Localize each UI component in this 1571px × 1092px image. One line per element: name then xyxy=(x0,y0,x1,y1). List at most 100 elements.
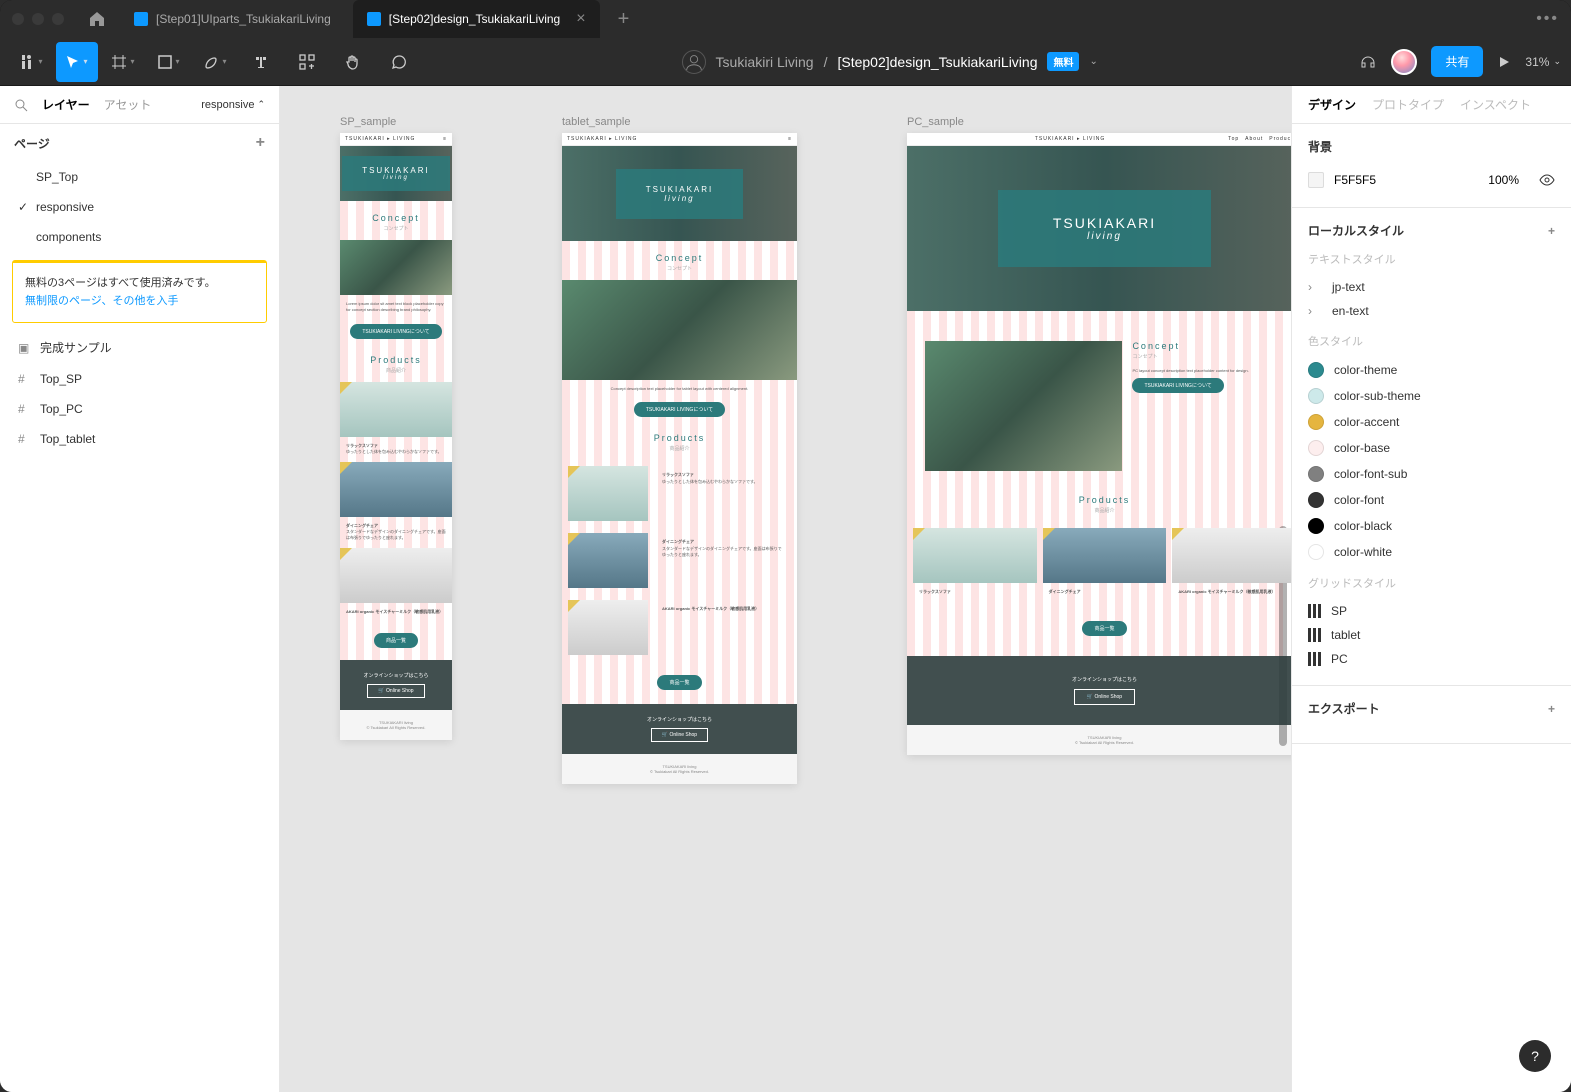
help-button[interactable]: ? xyxy=(1519,1040,1551,1072)
color-swatch xyxy=(1308,518,1324,534)
color-style-row[interactable]: color-black xyxy=(1308,513,1555,539)
close-tab-icon[interactable]: × xyxy=(576,10,585,28)
window-titlebar: [Step01]UIparts_TsukiakariLiving [Step02… xyxy=(0,0,1571,38)
main-toolbar: ▾ ▾ ▾ ▾ ▾ Tsukia xyxy=(0,38,1571,86)
home-tab[interactable] xyxy=(82,4,112,34)
frame-label-tablet[interactable]: tablet_sample xyxy=(562,116,797,128)
file-tab-2-active[interactable]: [Step02]design_TsukiakariLiving × xyxy=(353,0,600,38)
close-dot[interactable] xyxy=(12,13,24,25)
page-selector[interactable]: responsive ⌃ xyxy=(201,99,265,111)
shape-tool[interactable]: ▾ xyxy=(148,42,190,82)
move-tool[interactable]: ▾ xyxy=(56,42,98,82)
layers-panel: レイヤー アセット responsive ⌃ ページ + SP_Top ✓ re… xyxy=(0,86,280,1092)
grid-icon xyxy=(1308,628,1321,642)
breadcrumb-file[interactable]: [Step02]design_TsukiakariLiving xyxy=(837,54,1037,70)
text-style-row[interactable]: ›en-text xyxy=(1308,299,1555,323)
design-canvas[interactable]: SP_sample TSUKIAKARI ▸ LIVING≡ TSUKIAKAR… xyxy=(280,86,1291,1092)
new-tab-button[interactable]: + xyxy=(608,8,640,31)
color-name: color-white xyxy=(1334,545,1392,559)
team-avatar-icon[interactable] xyxy=(682,50,706,74)
assets-tab[interactable]: アセット xyxy=(104,96,152,113)
add-page-button[interactable]: + xyxy=(256,134,265,152)
layers-tab[interactable]: レイヤー xyxy=(42,96,90,113)
frame-tablet[interactable]: TSUKIAKARI ▸ LIVING≡ TSUKIAKARIliving Co… xyxy=(562,133,797,784)
tab-1-title: [Step01]UIparts_TsukiakariLiving xyxy=(156,12,331,26)
frame-sp[interactable]: TSUKIAKARI ▸ LIVING≡ TSUKIAKARIliving Co… xyxy=(340,133,452,740)
grid-style-row[interactable]: SP xyxy=(1308,599,1555,623)
chevron-down-icon[interactable]: ⌄ xyxy=(1089,56,1097,67)
component-icon: ▣ xyxy=(18,341,32,355)
frame-pc[interactable]: TSUKIAKARI ▸ LIVING TopAboutProducts TSU… xyxy=(907,133,1291,755)
tab-2-title: [Step02]design_TsukiakariLiving xyxy=(389,12,560,26)
layer-row[interactable]: #Top_SP xyxy=(0,364,279,394)
file-tab-1[interactable]: [Step01]UIparts_TsukiakariLiving xyxy=(120,0,345,38)
color-style-row[interactable]: color-white xyxy=(1308,539,1555,565)
main-menu-button[interactable]: ▾ xyxy=(10,42,52,82)
bg-hex-input[interactable] xyxy=(1334,173,1394,187)
grid-style-row[interactable]: PC xyxy=(1308,647,1555,671)
comment-tool[interactable] xyxy=(378,42,420,82)
text-style-row[interactable]: ›jp-text xyxy=(1308,275,1555,299)
color-name: color-sub-theme xyxy=(1334,389,1421,403)
color-style-row[interactable]: color-font-sub xyxy=(1308,461,1555,487)
share-button[interactable]: 共有 xyxy=(1431,46,1483,77)
page-item-components[interactable]: components xyxy=(0,222,279,252)
color-style-row[interactable]: color-theme xyxy=(1308,357,1555,383)
color-swatch xyxy=(1308,466,1324,482)
color-style-row[interactable]: color-font xyxy=(1308,487,1555,513)
pen-tool[interactable]: ▾ xyxy=(194,42,236,82)
add-style-button[interactable]: + xyxy=(1548,224,1555,238)
frame-icon: # xyxy=(18,372,32,386)
layer-row[interactable]: #Top_tablet xyxy=(0,424,279,454)
layer-row[interactable]: #Top_PC xyxy=(0,394,279,424)
add-export-button[interactable]: + xyxy=(1548,702,1555,716)
search-icon[interactable] xyxy=(14,98,28,112)
min-dot[interactable] xyxy=(32,13,44,25)
page-item-sp-top[interactable]: SP_Top xyxy=(0,162,279,192)
resources-tool[interactable] xyxy=(286,42,328,82)
prototype-tab[interactable]: プロトタイプ xyxy=(1372,96,1444,113)
color-swatch xyxy=(1308,414,1324,430)
zoom-value: 31% xyxy=(1525,55,1549,69)
chevron-right-icon: › xyxy=(1308,280,1322,294)
upgrade-banner: 無料の3ページはすべて使用済みです。 無制限のページ、その他を入手 xyxy=(12,260,267,323)
chevron-down-icon: ▾ xyxy=(130,57,134,66)
frame-label-pc[interactable]: PC_sample xyxy=(907,116,1291,128)
window-menu-icon[interactable]: ••• xyxy=(1536,10,1559,28)
color-style-row[interactable]: color-sub-theme xyxy=(1308,383,1555,409)
pages-heading: ページ xyxy=(14,135,50,152)
inspect-tab[interactable]: インスペクト xyxy=(1460,96,1531,113)
bg-opacity-input[interactable] xyxy=(1474,173,1519,187)
background-heading: 背景 xyxy=(1308,138,1332,155)
eye-icon[interactable] xyxy=(1539,172,1555,188)
page-item-responsive[interactable]: ✓ responsive xyxy=(0,192,279,222)
chevron-down-icon: ▾ xyxy=(38,57,42,66)
grid-icon xyxy=(1308,652,1321,666)
frame-icon: # xyxy=(18,432,32,446)
frame-label-sp[interactable]: SP_sample xyxy=(340,116,452,128)
figma-file-icon xyxy=(367,12,381,26)
color-style-row[interactable]: color-accent xyxy=(1308,409,1555,435)
color-swatch xyxy=(1308,440,1324,456)
breadcrumb-team[interactable]: Tsukiakiri Living xyxy=(716,54,814,70)
user-avatar[interactable] xyxy=(1391,49,1417,75)
frame-tool[interactable]: ▾ xyxy=(102,42,144,82)
local-styles-heading: ローカルスタイル xyxy=(1308,222,1404,239)
hand-tool[interactable] xyxy=(332,42,374,82)
color-style-row[interactable]: color-base xyxy=(1308,435,1555,461)
color-swatch xyxy=(1308,492,1324,508)
upgrade-link[interactable]: 無制限のページ、その他を入手 xyxy=(25,295,178,307)
color-styles-heading: 色スタイル xyxy=(1308,333,1555,349)
chevron-down-icon: ▾ xyxy=(222,57,226,66)
text-tool[interactable] xyxy=(240,42,282,82)
max-dot[interactable] xyxy=(52,13,64,25)
design-tab[interactable]: デザイン xyxy=(1308,96,1356,113)
zoom-control[interactable]: 31% ⌄ xyxy=(1525,55,1561,69)
play-icon[interactable] xyxy=(1497,55,1511,69)
headphones-icon[interactable] xyxy=(1359,53,1377,71)
layer-row[interactable]: ▣完成サンプル xyxy=(0,331,279,364)
bg-swatch[interactable] xyxy=(1308,172,1324,188)
figma-file-icon xyxy=(134,12,148,26)
grid-style-row[interactable]: tablet xyxy=(1308,623,1555,647)
color-name: color-font-sub xyxy=(1334,467,1407,481)
